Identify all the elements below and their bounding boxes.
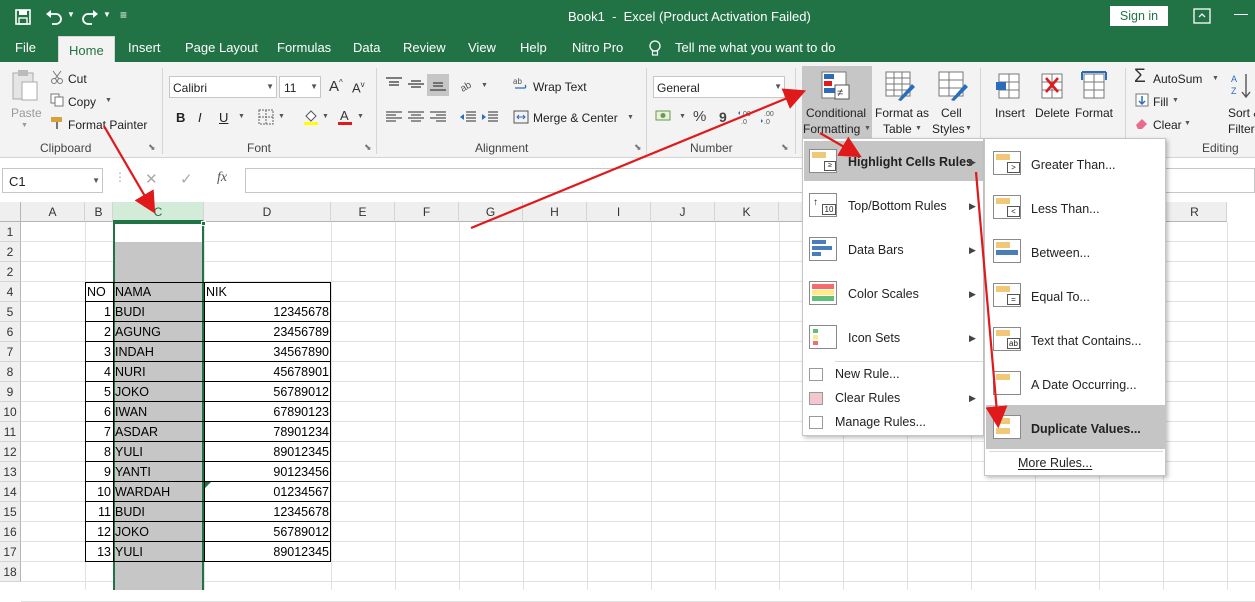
arrow-to-conditional-formatting: [470, 88, 807, 230]
arrow-format-painter-to-column-c: [103, 125, 156, 214]
arrow-to-duplicate-values: [974, 171, 1008, 429]
annotation-arrows: [103, 88, 1008, 429]
arrow-to-highlight-cells-rules: [819, 132, 862, 158]
